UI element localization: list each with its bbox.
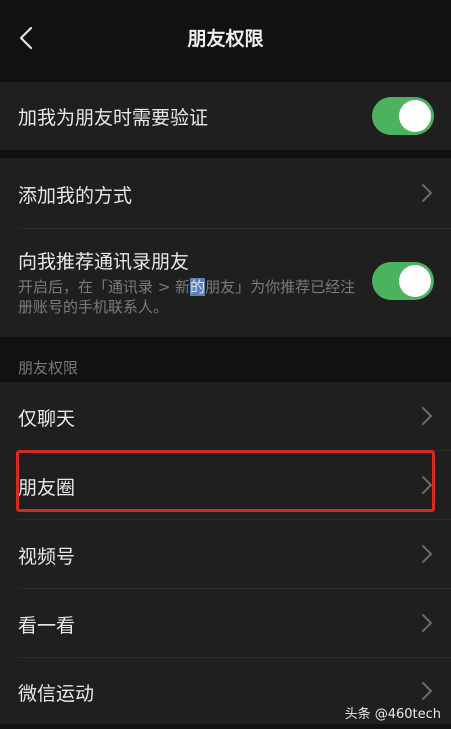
watermark: 头条 @460tech (344, 707, 441, 722)
chevron-right-icon (422, 184, 432, 202)
section-header-friend-permissions: 朋友权限 (18, 359, 79, 377)
add-methods-row[interactable]: 添加我的方式 (0, 158, 451, 228)
recommend-contacts-row: 向我推荐通讯录朋友 开启后，在「通讯录 > 新的朋友」为你推荐已经注册账号的手机… (0, 229, 451, 337)
permission-item-channels[interactable]: 视频号 (0, 520, 451, 588)
chevron-right-icon (422, 614, 432, 632)
verification-toggle[interactable] (372, 97, 434, 135)
toggle-knob (399, 100, 431, 132)
verification-group: 加我为朋友时需要验证 (0, 82, 451, 150)
recommend-contacts-label: 向我推荐通讯录朋友 (18, 251, 190, 273)
toggle-knob (399, 265, 431, 297)
chevron-right-icon (422, 407, 432, 425)
permission-item-label: 视频号 (18, 546, 76, 568)
permission-item-label: 仅聊天 (18, 408, 76, 430)
verification-row: 加我为朋友时需要验证 (0, 82, 451, 150)
permission-item-label: 微信运动 (18, 683, 95, 705)
chevron-right-icon (422, 682, 432, 700)
permissions-group: 仅聊天 朋友圈 视频号 看一看 微信运动 (0, 382, 451, 724)
page-title: 朋友权限 (187, 28, 264, 50)
permission-item-label: 看一看 (18, 615, 76, 637)
permission-item-top-stories[interactable]: 看一看 (0, 589, 451, 657)
recommend-contacts-toggle[interactable] (372, 262, 434, 300)
recommend-contacts-description: 开启后，在「通讯录 > 新的朋友」为你推荐已经注册账号的手机联系人。 (18, 277, 363, 317)
description-selected-text: 的 (190, 278, 206, 296)
description-part-1: 开启后，在「通讯录 > 新 (18, 278, 191, 296)
chevron-right-icon (422, 545, 432, 563)
navigation-bar: 朋友权限 (0, 0, 451, 80)
annotation-highlight-box (16, 450, 435, 512)
discovery-group: 添加我的方式 向我推荐通讯录朋友 开启后，在「通讯录 > 新的朋友」为你推荐已经… (0, 158, 451, 337)
permission-item-chat-only[interactable]: 仅聊天 (0, 382, 451, 450)
verification-label: 加我为朋友时需要验证 (18, 107, 209, 129)
add-methods-label: 添加我的方式 (18, 185, 133, 207)
